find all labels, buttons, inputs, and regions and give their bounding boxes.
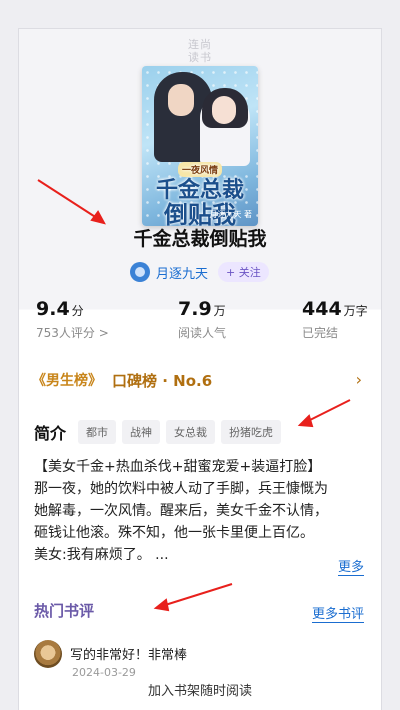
annotation-arrowhead xyxy=(153,598,170,612)
annotation-arrow xyxy=(161,583,233,607)
annotation-arrowhead xyxy=(297,414,314,428)
annotation-arrows xyxy=(37,179,351,612)
annotation-arrowhead xyxy=(90,210,106,225)
annotation-arrow xyxy=(305,399,351,423)
annotation-arrow xyxy=(37,179,101,221)
